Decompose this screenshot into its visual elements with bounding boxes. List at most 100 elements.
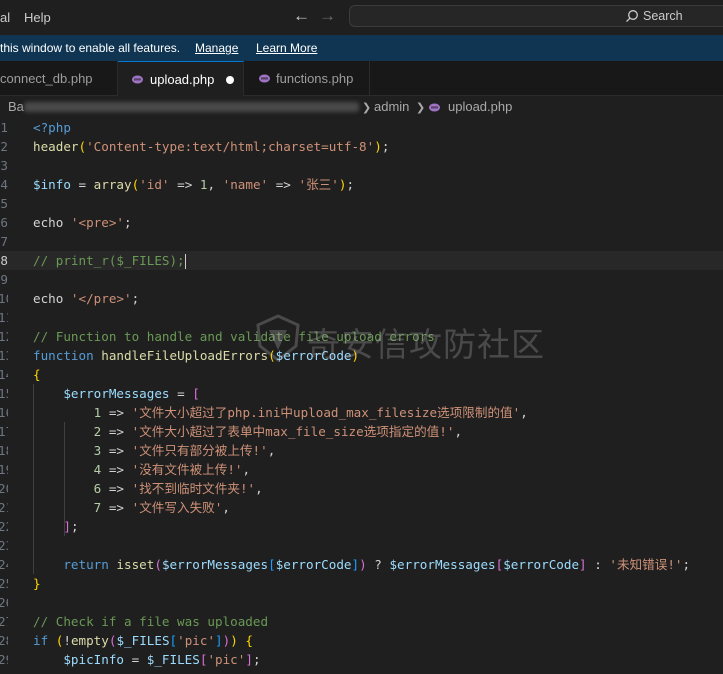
line-number: 11 — [0, 310, 8, 325]
php-file-icon — [429, 103, 440, 112]
breadcrumb-start[interactable]: Ba — [8, 99, 24, 114]
code-text: echo '<pre>'; — [33, 215, 132, 230]
back-arrow-icon[interactable]: ← — [293, 6, 310, 26]
command-search-box[interactable]: Search — [349, 5, 723, 27]
code-line[interactable]: 9 — [0, 270, 723, 289]
code-editor[interactable]: 1 <?php 2 header('Content-type:text/html;ch… — [0, 118, 723, 674]
code-line[interactable]: 13 function handleFileUploadErrors($error… — [0, 346, 723, 365]
code-text: 3 => '文件只有部分被上传!', — [93, 443, 276, 458]
banner-text: this window to enable all features. — [0, 41, 181, 55]
code-line[interactable]: 16 1 => '文件大小超过了php.ini中upload_max_files… — [0, 403, 723, 422]
tab-upload[interactable]: upload.php — [118, 61, 244, 96]
line-number: 27 — [0, 614, 8, 629]
code-text: // Function to handle and validate file … — [33, 329, 435, 344]
line-number: 8 — [0, 253, 8, 268]
code-line[interactable]: 15 $errorMessages = [ — [0, 384, 723, 403]
line-number: 15 — [0, 386, 8, 401]
tab-functions[interactable]: functions.php — [244, 61, 370, 96]
code-text: 4 => '没有文件被上传!', — [93, 462, 251, 477]
search-icon — [626, 10, 638, 23]
code-line[interactable]: 14 { — [0, 365, 723, 384]
code-line[interactable]: 2 header('Content-type:text/html;charset=… — [0, 137, 723, 156]
forward-arrow-icon[interactable]: → — [319, 6, 336, 26]
code-line[interactable]: 1 <?php — [0, 118, 723, 137]
search-label: Search — [643, 9, 683, 23]
code-text: 6 => '找不到临时文件夹!', — [93, 481, 263, 496]
title-bar: al Help ← → Search — [0, 0, 723, 35]
code-line[interactable]: 5 — [0, 194, 723, 213]
menu-help[interactable]: Help — [24, 10, 51, 25]
code-line[interactable]: 12 // Function to handle and validate fil… — [0, 327, 723, 346]
tab-connect-db[interactable]: connect_db.php — [0, 61, 118, 96]
code-line[interactable]: 25} — [0, 574, 723, 593]
code-line[interactable]: 21 7 => '文件写入失败', — [0, 498, 723, 517]
breadcrumb-file[interactable]: upload.php — [448, 99, 512, 114]
code-line[interactable]: 11 — [0, 308, 723, 327]
code-line[interactable]: 7 — [0, 232, 723, 251]
line-number: 3 — [0, 158, 8, 173]
code-line[interactable]: 17 2 => '文件大小超过了表单中max_file_size选项指定的值!'… — [0, 422, 723, 441]
breadcrumb-folder[interactable]: admin — [374, 99, 409, 114]
line-number: 2 — [0, 139, 8, 154]
code-line[interactable]: 29 $picInfo = $_FILES['pic']; — [0, 650, 723, 669]
tab-label: connect_db.php — [0, 71, 93, 86]
restricted-mode-banner: this window to enable all features. Mana… — [0, 35, 723, 61]
code-line[interactable]: 8 // print_r($_FILES); — [0, 251, 723, 270]
line-number: 12 — [0, 329, 8, 344]
line-number: 24 — [0, 557, 8, 572]
code-text: function handleFileUploadErrors($errorCo… — [33, 348, 360, 363]
code-text: $picInfo = $_FILES['pic']; — [63, 652, 261, 667]
code-line[interactable]: 22 ]; — [0, 517, 723, 536]
code-text: echo '</pre>'; — [33, 291, 140, 306]
text-cursor — [184, 254, 186, 269]
line-number: 5 — [0, 196, 8, 211]
menu-item[interactable]: al — [0, 10, 10, 25]
line-number: 29 — [0, 652, 8, 667]
code-line[interactable]: 24 return isset($errorMessages[$errorCod… — [0, 555, 723, 574]
code-text: header('Content-type:text/html;charset=u… — [33, 139, 390, 154]
manage-link[interactable]: Manage — [195, 41, 238, 55]
line-number: 9 — [0, 272, 8, 287]
code-text: // print_r($_FILES); — [33, 253, 186, 269]
code-line[interactable]: 26 — [0, 593, 723, 612]
line-number: 13 — [0, 348, 8, 363]
line-number: 7 — [0, 234, 8, 249]
code-line[interactable]: 4 $info = array('id' => 1, 'name' => '张三'… — [0, 175, 723, 194]
code-text: $errorMessages = [ — [63, 386, 200, 401]
code-text: if (!empty($_FILES['pic'])) { — [33, 633, 254, 648]
editor-tab-bar: connect_db.php upload.php functions.php — [0, 61, 723, 96]
code-text: $info = array('id' => 1, 'name' => '张三')… — [33, 177, 355, 192]
line-number: 20 — [0, 481, 8, 496]
code-line[interactable]: 10 echo '</pre>'; — [0, 289, 723, 308]
tab-label: upload.php — [150, 72, 215, 87]
code-line[interactable]: 20 6 => '找不到临时文件夹!', — [0, 479, 723, 498]
code-line[interactable]: 19 4 => '没有文件被上传!', — [0, 460, 723, 479]
line-number: 10 — [0, 291, 8, 306]
tab-label: functions.php — [276, 71, 354, 86]
breadcrumb: Ba ❯ admin ❯ upload.php — [0, 96, 723, 118]
learn-more-link[interactable]: Learn More — [256, 41, 317, 55]
code-text: 2 => '文件大小超过了表单中max_file_size选项指定的值!', — [93, 424, 463, 439]
code-line[interactable]: 23 — [0, 536, 723, 555]
line-number: 22 — [0, 519, 8, 534]
line-number: 23 — [0, 538, 8, 553]
code-line[interactable]: 27 // Check if a file was uploaded — [0, 612, 723, 631]
line-number: 19 — [0, 462, 8, 477]
code-text: } — [33, 576, 41, 591]
code-text: 1 => '文件大小超过了php.ini中upload_max_filesize… — [93, 405, 528, 420]
code-text: 7 => '文件写入失败', — [93, 500, 230, 515]
line-number: 18 — [0, 443, 8, 458]
chevron-right-icon: ❯ — [416, 102, 426, 114]
php-file-icon — [132, 75, 143, 84]
line-number: 26 — [0, 595, 8, 610]
code-text: // Check if a file was uploaded — [33, 614, 269, 629]
code-line[interactable]: 28 if (!empty($_FILES['pic'])) { — [0, 631, 723, 650]
code-text: <?php — [33, 120, 71, 135]
modified-dot-icon[interactable] — [226, 76, 234, 84]
code-line[interactable]: 3 — [0, 156, 723, 175]
code-line[interactable]: 18 3 => '文件只有部分被上传!', — [0, 441, 723, 460]
code-text: return isset($errorMessages[$errorCode])… — [63, 557, 691, 572]
code-line[interactable]: 6 echo '<pre>'; — [0, 213, 723, 232]
code-text: ]; — [63, 519, 79, 534]
line-number: 6 — [0, 215, 8, 230]
